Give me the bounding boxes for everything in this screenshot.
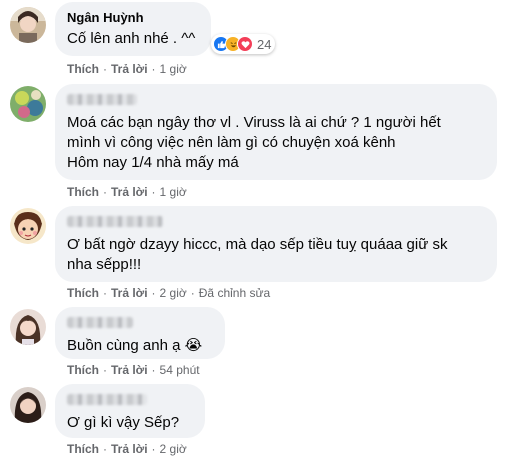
like-button[interactable]: Thích [67, 185, 99, 199]
comment-text: Buồn cùng anh ạ 😭 [67, 336, 213, 356]
comment-bubble: Ơ bất ngờ dzayy hiccc, mà dạo sếp tiều t… [55, 206, 497, 282]
reply-button[interactable]: Trả lời [111, 185, 148, 199]
reply-button[interactable]: Trả lời [111, 286, 148, 300]
love-icon [237, 36, 253, 52]
comment-actions: Thích · Trả lời · 2 giờ [67, 442, 187, 456]
avatar[interactable] [10, 7, 46, 43]
comment-bubble: Buồn cùng anh ạ 😭 [55, 307, 225, 359]
comment-text: Moá các bạn ngây thơ vl . Viruss là ai c… [67, 114, 441, 171]
reactions-badge[interactable]: 24 [211, 34, 276, 54]
edited-label[interactable]: Đã chỉnh sửa [199, 286, 270, 300]
author-name[interactable]: Ngân Huỳnh [67, 9, 199, 26]
like-button[interactable]: Thích [67, 442, 99, 456]
like-button[interactable]: Thích [67, 363, 99, 377]
comment-actions: Thích · Trả lời · 54 phút [67, 363, 200, 377]
crying-emoji-icon: 😭 [184, 337, 203, 354]
timestamp[interactable]: 2 giờ [160, 442, 187, 456]
reply-button[interactable]: Trả lời [111, 363, 148, 377]
author-name-redacted[interactable] [67, 317, 133, 328]
comment-text-body: Buồn cùng anh ạ [67, 337, 181, 354]
timestamp[interactable]: 1 giờ [160, 62, 187, 76]
comment-actions: Thích · Trả lời · 1 giờ [67, 62, 187, 76]
like-button[interactable]: Thích [67, 286, 99, 300]
comment-bubble: Ngân Huỳnh Cố lên anh nhé . ^^ [55, 2, 211, 56]
comment-actions: Thích · Trả lời · 1 giờ [67, 185, 187, 199]
comment-bubble: Moá các bạn ngây thơ vl . Viruss là ai c… [55, 84, 497, 180]
comment-bubble: Ơ gì kì vậy Sếp? [55, 384, 205, 438]
reply-button[interactable]: Trả lời [111, 442, 148, 456]
comment-actions: Thích · Trả lời · 2 giờ · Đã chỉnh sửa [67, 286, 271, 300]
avatar[interactable] [10, 387, 46, 423]
avatar[interactable] [10, 86, 46, 122]
reaction-count: 24 [257, 36, 272, 52]
comment-text: Cố lên anh nhé . ^^ [67, 30, 196, 47]
avatar[interactable] [10, 208, 46, 244]
author-name-redacted[interactable] [67, 94, 137, 105]
avatar[interactable] [10, 309, 46, 345]
author-name-redacted[interactable] [67, 216, 163, 227]
like-button[interactable]: Thích [67, 62, 99, 76]
author-name-redacted[interactable] [67, 394, 147, 405]
reply-button[interactable]: Trả lời [111, 62, 148, 76]
comment-text: Ơ gì kì vậy Sếp? [67, 414, 180, 431]
timestamp[interactable]: 2 giờ [160, 286, 187, 300]
comment-text: Ơ bất ngờ dzayy hiccc, mà dạo sếp tiều t… [67, 236, 448, 273]
timestamp[interactable]: 1 giờ [160, 185, 187, 199]
timestamp[interactable]: 54 phút [160, 363, 200, 377]
